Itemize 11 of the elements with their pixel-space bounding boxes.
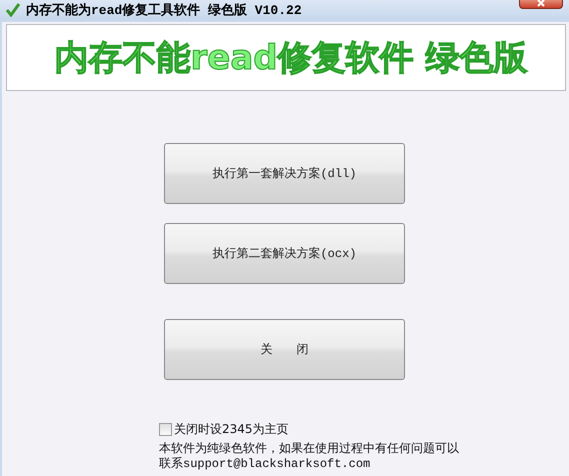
window-title: 内存不能为read修复工具软件 绿色版 V10.22 [26,2,302,19]
notice-text: 本软件为纯绿色软件，如果在使用过程中有任何问题可以联系support@blacksharksoft.com [159,442,459,472]
close-icon [535,0,547,8]
close-button[interactable] [519,0,563,9]
checkbox-label[interactable]: 关闭时设2345为主页 [174,421,289,438]
banner-title: 内存不能read修复软件 绿色版 [54,36,528,80]
action-button[interactable]: 执行第二套解决方案(ocx) [164,223,405,284]
action-button[interactable]: 执行第一套解决方案(dll) [164,143,405,204]
checkmark-icon [6,3,20,17]
action-button[interactable]: 关 闭 [164,319,405,380]
checkbox[interactable] [159,423,172,436]
